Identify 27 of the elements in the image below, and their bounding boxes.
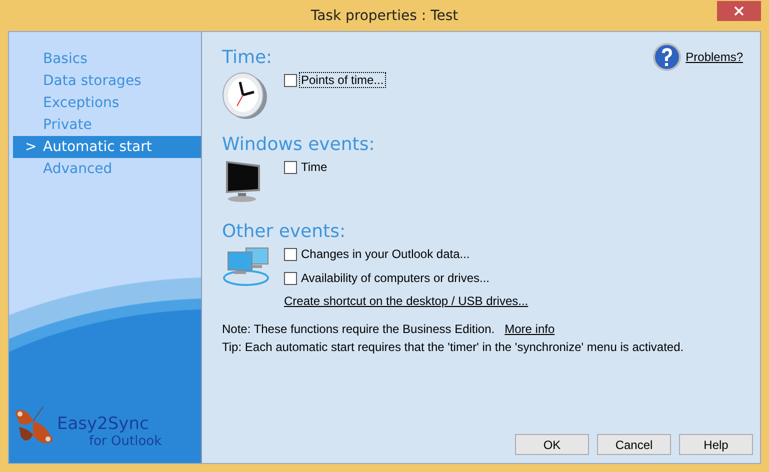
checkbox-label[interactable]: Time	[299, 159, 330, 175]
clock-icon	[222, 70, 268, 120]
checkbox[interactable]	[284, 272, 297, 284]
sidebar-item[interactable]: > Automatic start	[13, 136, 201, 158]
checkbox[interactable]	[284, 160, 297, 174]
shortcut-link[interactable]: Create shortcut on the desktop / USB drives...	[284, 294, 528, 308]
help-icon[interactable]	[652, 42, 682, 72]
section-title: Other events:	[222, 220, 346, 244]
checkbox-label[interactable]: Changes in your Outlook data...	[299, 246, 472, 262]
checkbox-label[interactable]: Points of time...	[299, 72, 386, 88]
problems-link[interactable]: Problems?	[686, 50, 743, 64]
dialog-button[interactable]: OK	[515, 434, 589, 455]
checkbox[interactable]	[284, 248, 297, 260]
more-info-link[interactable]: More info	[504, 322, 555, 336]
close-icon	[734, 6, 744, 16]
logo-name: Easy2Sync	[57, 414, 149, 434]
note-text: Note: These functions require the Business Edition.	[222, 322, 495, 336]
tip-text: Tip: Each automatic start requires that the 'timer' in the 'synchronize' menu is activated.	[222, 340, 685, 354]
window-title: Task properties : Test	[310, 8, 458, 24]
section-title: Time:	[222, 46, 272, 70]
section-title: Windows events:	[222, 133, 375, 157]
checkbox-label[interactable]: Availability of computers or drives...	[299, 270, 492, 286]
dialog-button[interactable]: Help	[679, 434, 753, 455]
close-button[interactable]	[717, 1, 761, 21]
dialog-button[interactable]: Cancel	[597, 434, 671, 455]
logo-subtitle: for Outlook	[89, 434, 162, 449]
checkbox[interactable]	[284, 74, 297, 86]
